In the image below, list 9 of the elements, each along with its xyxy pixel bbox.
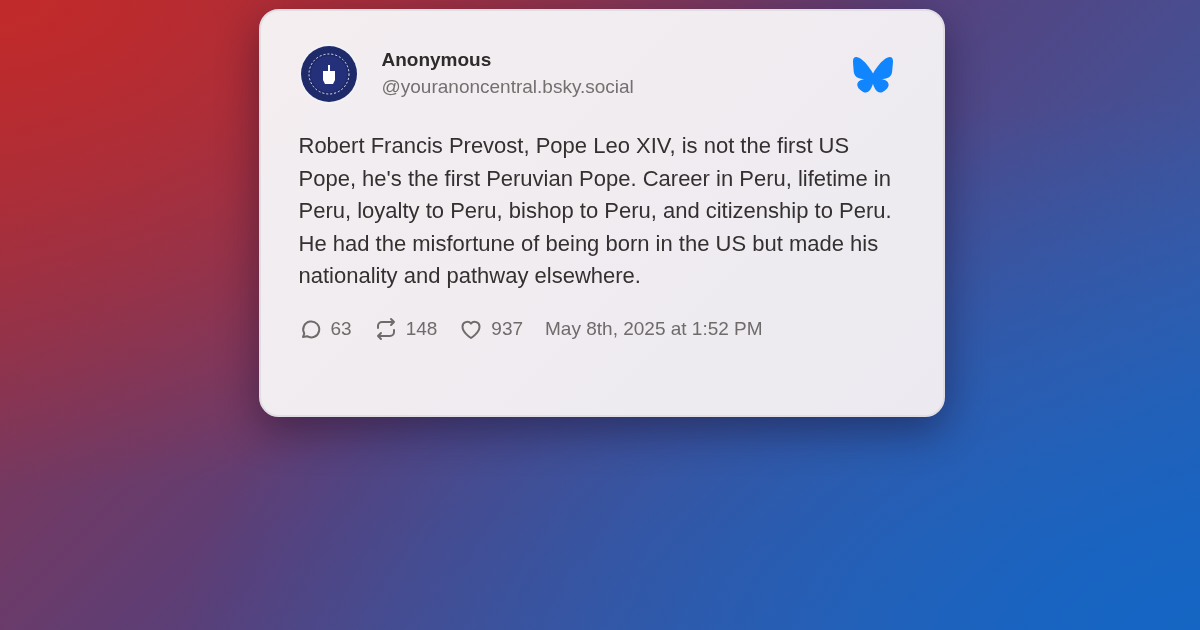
post-text: Robert Francis Prevost, Pope Leo XIV, is not the first US Pope, he's the first Peruvian Pope. Career in Peru, lifetime in Peru, loyalty to Peru, bishop to Peru, and citizenship to Peru. He had the misfortune of being born in the US but made his nationality and pathway elsewhere. [298,132,893,291]
butterfly-icon [852,57,893,93]
repost-button[interactable]: 148 [373,316,438,341]
author-handle: @youranoncentral.bsky.social [381,76,634,98]
like-button[interactable]: 937 [459,316,524,341]
avatar-icon [298,44,359,104]
reply-button[interactable]: 63 [298,316,352,341]
post-timestamp: May 8th, 2025 at 1:52 PM [545,317,763,340]
author-name: Anonymous [381,49,493,71]
